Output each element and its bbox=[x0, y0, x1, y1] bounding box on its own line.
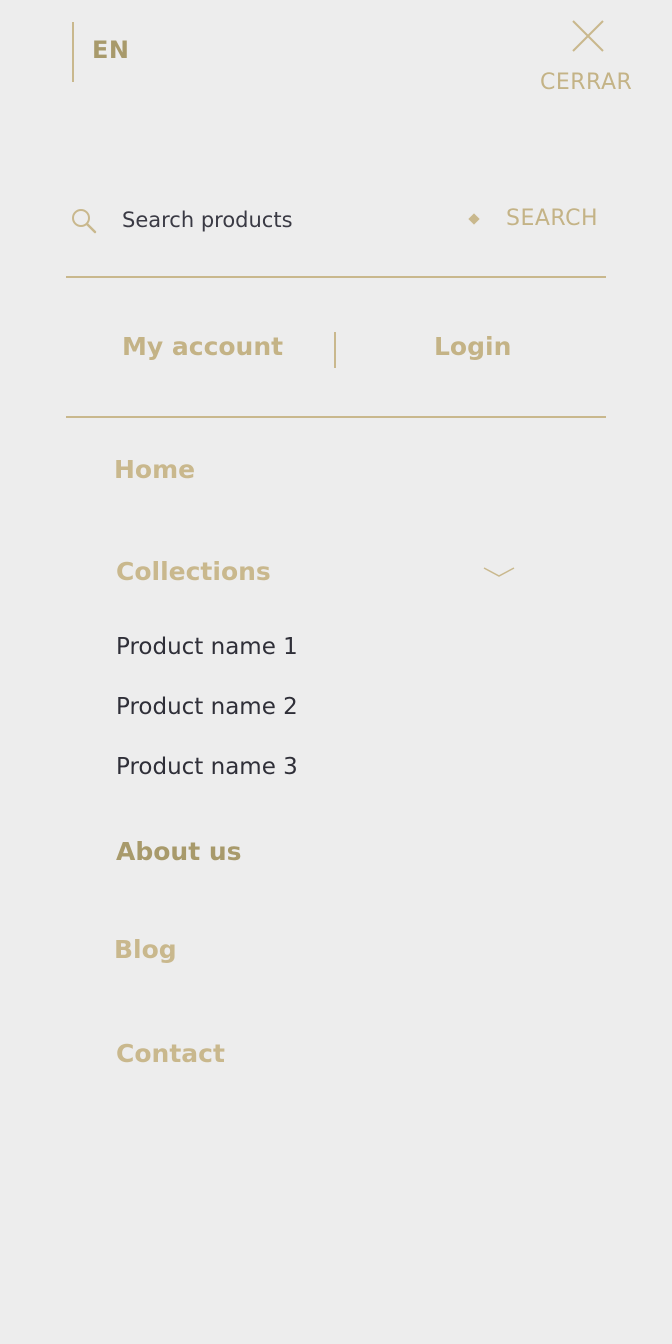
chevron-down-icon[interactable] bbox=[482, 564, 516, 582]
search-icon bbox=[70, 207, 98, 235]
language-selector[interactable]: EN bbox=[92, 36, 129, 64]
divider bbox=[66, 416, 606, 418]
search-diamond-icon bbox=[468, 213, 480, 225]
language-divider bbox=[72, 22, 74, 82]
search-input[interactable] bbox=[122, 200, 452, 240]
divider bbox=[66, 276, 606, 278]
collection-item[interactable]: Product name 1 bbox=[116, 634, 298, 660]
my-account-link[interactable]: My account bbox=[122, 332, 283, 361]
close-icon[interactable] bbox=[568, 16, 608, 56]
collection-item[interactable]: Product name 3 bbox=[116, 754, 298, 780]
nav-item-contact[interactable]: Contact bbox=[116, 1039, 225, 1068]
nav-item-blog[interactable]: Blog bbox=[114, 935, 177, 964]
nav-item-home[interactable]: Home bbox=[114, 455, 195, 484]
login-link[interactable]: Login bbox=[434, 332, 511, 361]
account-divider bbox=[334, 332, 336, 368]
collection-item[interactable]: Product name 2 bbox=[116, 694, 298, 720]
search-button[interactable]: SEARCH bbox=[506, 206, 598, 231]
nav-item-collections[interactable]: Collections bbox=[116, 557, 271, 586]
close-button-label[interactable]: CERRAR bbox=[540, 70, 632, 95]
nav-item-about[interactable]: About us bbox=[116, 837, 242, 866]
